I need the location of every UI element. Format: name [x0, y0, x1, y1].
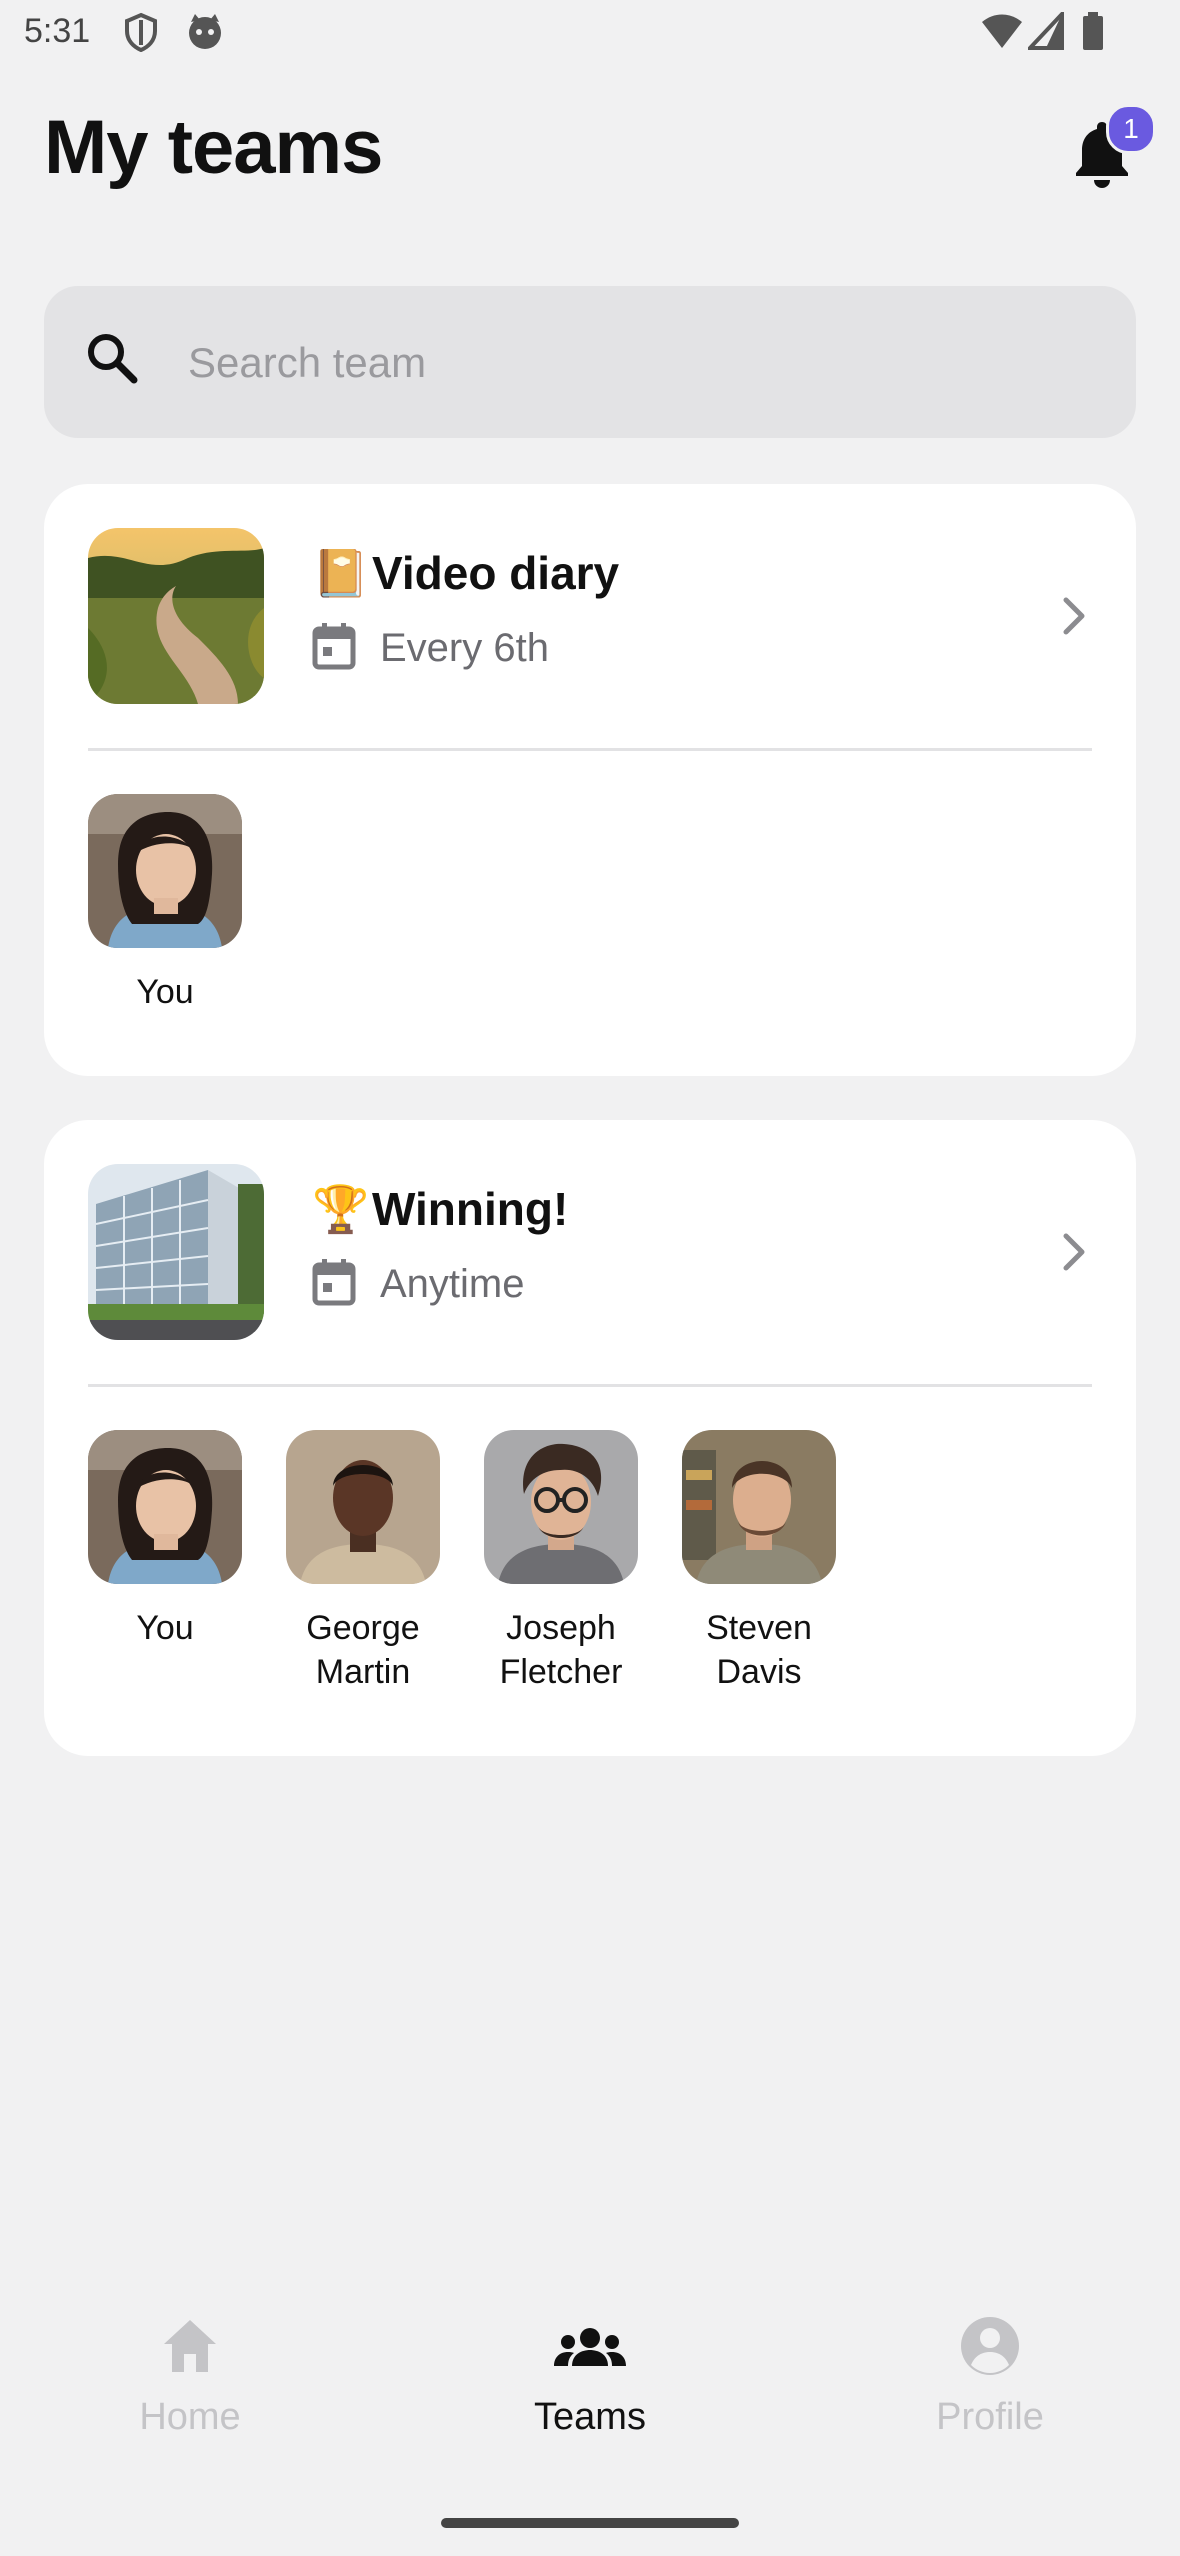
team-member[interactable]: Steven Davis [682, 1430, 836, 1694]
home-icon [164, 2320, 216, 2372]
team-schedule-text: Every 6th [380, 626, 549, 670]
cat-face-icon [186, 12, 224, 57]
avatar [88, 794, 242, 948]
profile-icon [961, 2317, 1019, 2375]
team-card: 🏆Winning! Anytime You George Martin Jose… [44, 1120, 1136, 1756]
card-divider [88, 1384, 1092, 1387]
avatar [682, 1430, 836, 1584]
search-bar[interactable] [44, 286, 1136, 438]
avatar [286, 1430, 440, 1584]
member-name: You [136, 973, 194, 1011]
battery-icon [1082, 12, 1104, 55]
shield-icon [124, 12, 158, 57]
teams-icon [554, 2328, 626, 2366]
avatar [484, 1430, 638, 1584]
calendar-icon [312, 1259, 356, 1306]
home-indicator[interactable] [441, 2518, 739, 2528]
team-name-text: Video diary [372, 547, 620, 599]
nav-label-teams: Teams [534, 2396, 646, 2438]
team-schedule: Anytime [312, 1259, 525, 1310]
search-icon [88, 334, 138, 384]
team-schedule-text: Anytime [380, 1262, 525, 1306]
calendar-icon [312, 623, 356, 670]
search-input[interactable] [186, 322, 1090, 404]
wifi-icon [980, 12, 1024, 55]
avatar [88, 1430, 242, 1584]
team-card: 📔Video diary Every 6th You [44, 484, 1136, 1076]
team-name: 🏆Winning! [312, 1182, 568, 1237]
team-schedule: Every 6th [312, 623, 549, 674]
card-divider [88, 748, 1092, 751]
nav-item-profile[interactable]: Profile [840, 2310, 1140, 2439]
team-member[interactable]: George Martin [286, 1430, 440, 1694]
nav-label-home: Home [139, 2396, 241, 2438]
member-name: George Martin [306, 1609, 420, 1691]
member-name: Joseph Fletcher [499, 1609, 623, 1691]
team-thumbnail [88, 1164, 264, 1340]
team-card-header[interactable]: 🏆Winning! Anytime [44, 1120, 1136, 1384]
team-name-text: Winning! [372, 1183, 569, 1235]
team-emoji: 🏆 [312, 1183, 370, 1235]
nav-item-home[interactable]: Home [40, 2310, 340, 2439]
team-member[interactable]: Joseph Fletcher [484, 1430, 638, 1694]
status-bar: 5:31 [0, 0, 1180, 64]
cellular-signal-icon [1025, 8, 1064, 55]
team-member[interactable]: You [88, 1430, 242, 1650]
bottom-nav: Home Teams Profile [0, 2290, 1180, 2470]
team-member[interactable]: You [88, 794, 242, 1014]
team-emoji: 📔 [312, 547, 370, 599]
chevron-right-icon [1060, 1230, 1088, 1279]
notification-badge: 1 [1106, 104, 1156, 154]
member-name: Steven Davis [706, 1609, 812, 1691]
team-card-header[interactable]: 📔Video diary Every 6th [44, 484, 1136, 748]
team-thumbnail [88, 528, 264, 704]
nav-label-profile: Profile [936, 2396, 1044, 2438]
team-name: 📔Video diary [312, 546, 619, 601]
member-name: You [136, 1609, 194, 1647]
nav-item-teams[interactable]: Teams [440, 2310, 740, 2439]
page-title: My teams [44, 105, 383, 190]
chevron-right-icon [1060, 594, 1088, 643]
status-time: 5:31 [24, 12, 91, 50]
